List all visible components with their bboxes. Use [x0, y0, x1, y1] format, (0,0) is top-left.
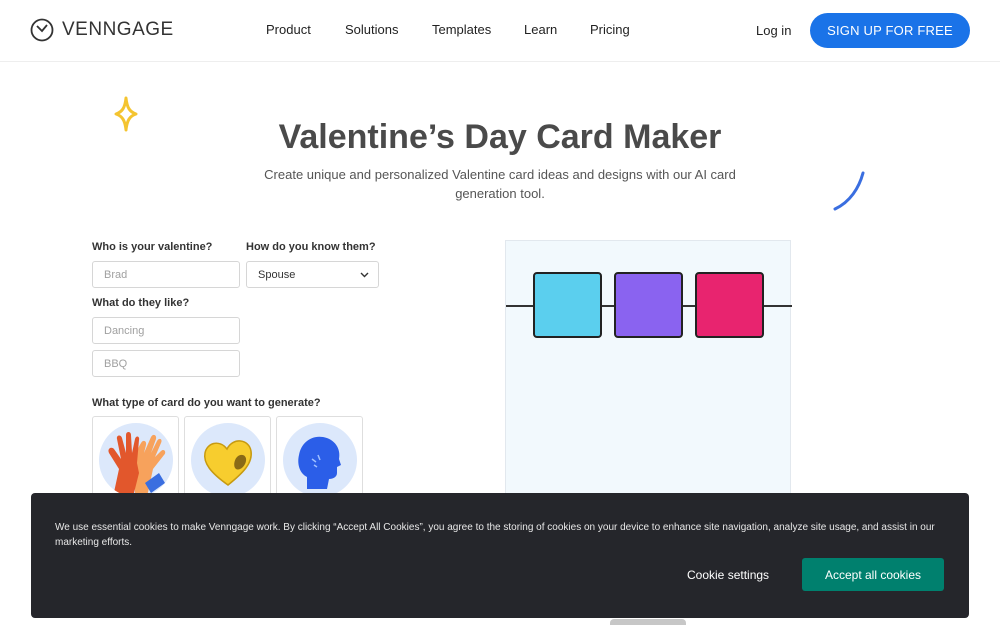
option-circle: [283, 423, 357, 497]
nav-templates[interactable]: Templates: [432, 22, 491, 37]
option-circle: [191, 423, 265, 497]
card-preview: [505, 240, 792, 530]
signup-button[interactable]: SIGN UP FOR FREE: [810, 13, 970, 48]
brush-stroke-icon: [833, 171, 865, 211]
valentine-name-input[interactable]: [92, 261, 240, 288]
cookie-banner: We use essential cookies to make Venngag…: [31, 493, 969, 618]
option-circle: [99, 423, 173, 497]
scroll-tab[interactable]: [610, 619, 686, 625]
venngage-logo-icon: [30, 18, 54, 42]
preview-square-2: [614, 272, 683, 338]
nav-learn[interactable]: Learn: [524, 22, 557, 37]
site-header: VENNGAGE Product Solutions Templates Lea…: [0, 0, 1000, 62]
logo[interactable]: VENNGAGE: [30, 18, 174, 42]
heart-icon: [203, 440, 252, 486]
interest-input-1[interactable]: [92, 317, 240, 344]
head-profile-icon: [298, 436, 341, 489]
page-title: Valentine’s Day Card Maker: [278, 118, 722, 156]
high-five-icon: [108, 432, 166, 497]
relationship-select[interactable]: Spouse: [246, 261, 379, 288]
page-subtitle: Create unique and personalized Valentine…: [264, 167, 736, 201]
nav-solutions[interactable]: Solutions: [345, 22, 398, 37]
who-label: Who is your valentine?: [92, 241, 213, 253]
accept-cookies-button[interactable]: Accept all cookies: [802, 558, 944, 591]
relationship-select-value: Spouse: [258, 268, 296, 281]
logo-text: VENNGAGE: [62, 19, 174, 40]
cookie-text: We use essential cookies to make Venngag…: [55, 522, 935, 548]
like-label: What do they like?: [92, 297, 190, 309]
chevron-down-icon: [360, 272, 369, 278]
nav-product[interactable]: Product: [266, 22, 311, 37]
card-type-label: What type of card do you want to generat…: [92, 397, 321, 409]
nav-pricing[interactable]: Pricing: [590, 22, 630, 37]
login-link[interactable]: Log in: [756, 23, 791, 38]
interest-input-2[interactable]: [92, 350, 240, 377]
know-label: How do you know them?: [246, 241, 376, 253]
preview-square-3: [695, 272, 764, 338]
preview-square-1: [533, 272, 602, 338]
cookie-settings-button[interactable]: Cookie settings: [687, 568, 769, 582]
